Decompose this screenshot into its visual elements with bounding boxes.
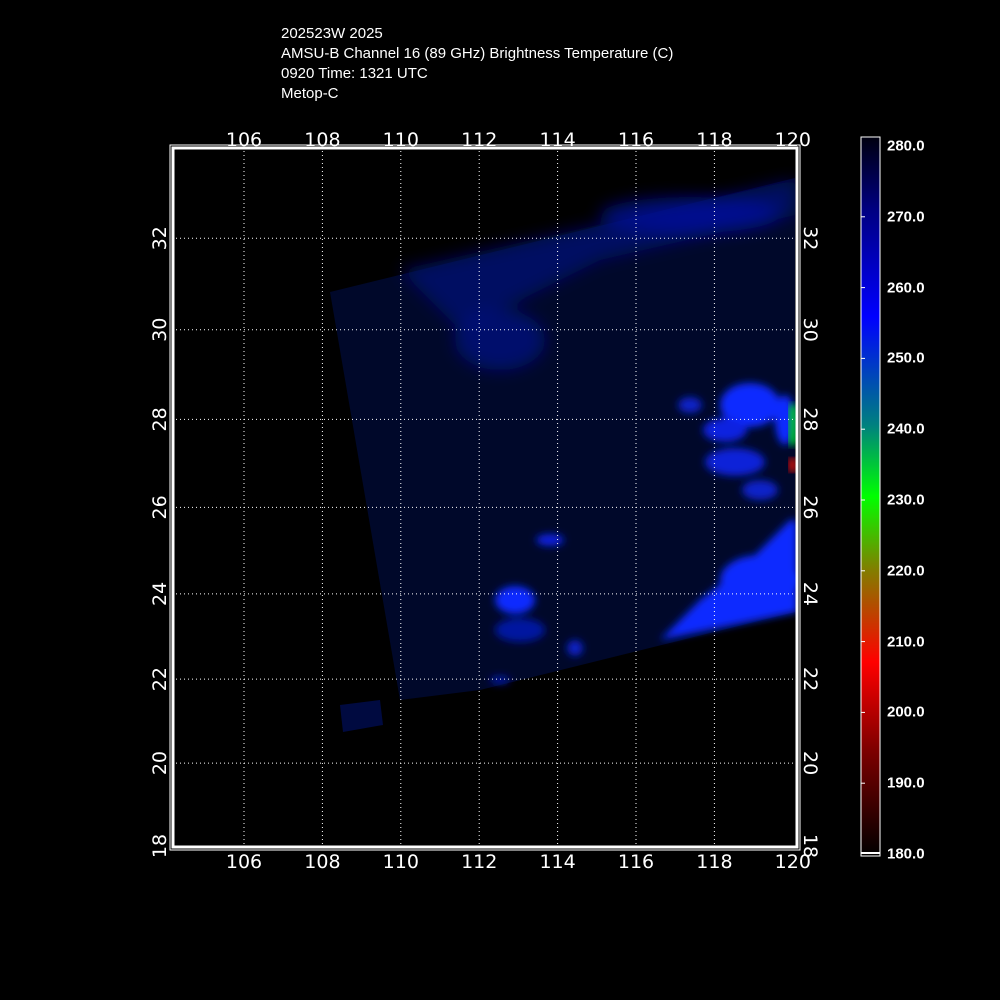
lon-tick-label: 110 (383, 129, 419, 151)
lat-tick-label: 28 (149, 407, 171, 431)
colorbar-label: 200.0 (887, 703, 925, 721)
scan-artifact (340, 700, 383, 732)
colorbar-label: 210.0 (887, 633, 925, 651)
lon-tick-label: 112 (461, 851, 497, 873)
colorbar-label: 180.0 (887, 845, 925, 863)
lon-tick-label: 118 (696, 851, 732, 873)
lon-tick-label: 106 (226, 129, 262, 151)
lat-tick-label: 24 (149, 582, 171, 606)
colorbar-label: 250.0 (887, 349, 925, 367)
colorbar-ramp (860, 136, 881, 857)
lon-tick-label: 116 (618, 851, 654, 873)
lat-tick-label: 26 (149, 495, 171, 519)
lon-tick-label: 114 (539, 129, 575, 151)
lon-tick-label: 120 (775, 129, 811, 151)
colorbar-label: 260.0 (887, 279, 925, 297)
lat-tick-label: 24 (799, 582, 821, 606)
lat-tick-label: 20 (799, 751, 821, 775)
lat-tick-label: 32 (149, 226, 171, 250)
lat-tick-label: 18 (799, 834, 821, 858)
lat-tick-label: 30 (149, 318, 171, 342)
lat-tick-label: 20 (149, 751, 171, 775)
lat-tick-label: 30 (799, 318, 821, 342)
map-plot: 106 106 108 108 110 110 112 112 114 114 116 116 118 1… (149, 129, 881, 873)
colorbar-label: 270.0 (887, 208, 925, 226)
colorbar-label: 230.0 (887, 491, 925, 509)
lon-tick-label: 116 (618, 129, 654, 151)
lat-tick-label: 26 (799, 495, 821, 519)
colorbar-label: 240.0 (887, 420, 925, 438)
lon-tick-label: 108 (304, 851, 340, 873)
colorbar-label: 220.0 (887, 562, 925, 580)
colorbar (860, 136, 881, 857)
lon-tick-label: 106 (226, 851, 262, 873)
lat-tick-label: 28 (799, 407, 821, 431)
lat-tick-label: 22 (799, 667, 821, 691)
lon-tick-label: 112 (461, 129, 497, 151)
lon-tick-label: 108 (304, 129, 340, 151)
lon-tick-label: 114 (539, 851, 575, 873)
lat-tick-label: 22 (149, 667, 171, 691)
colorbar-label: 190.0 (887, 774, 925, 792)
colorbar-label: 280.0 (887, 137, 925, 155)
lon-tick-label: 110 (383, 851, 419, 873)
lat-tick-label: 32 (799, 226, 821, 250)
red-core (789, 458, 796, 472)
lon-tick-label: 118 (696, 129, 732, 151)
lat-tick-label: 18 (149, 834, 171, 858)
